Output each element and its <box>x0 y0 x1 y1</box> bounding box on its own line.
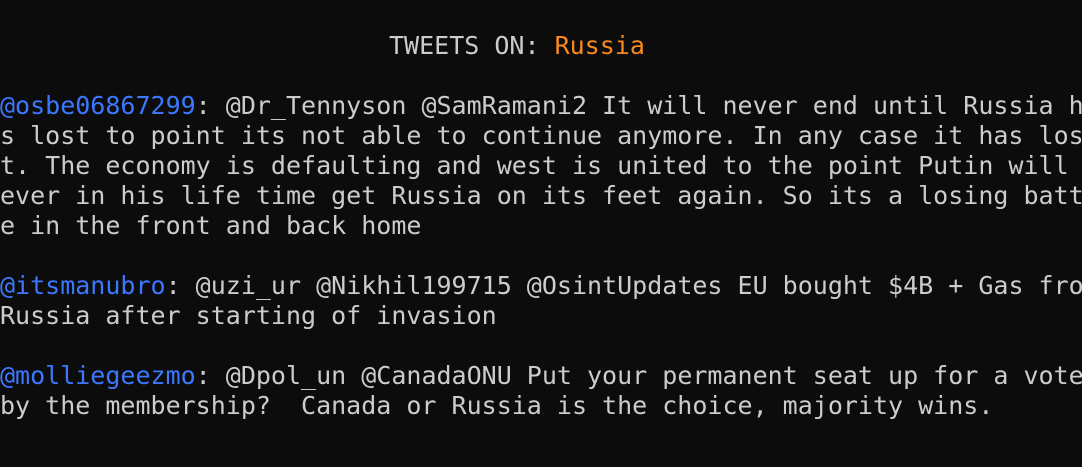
tweet-item: @molliegeezmo: @Dpol_un @CanadaONU Put y… <box>0 361 1082 421</box>
header-topic: Russia <box>554 31 645 60</box>
tweet-item: @osbe06867299: @Dr_Tennyson @SamRamani2 … <box>0 91 1082 241</box>
tweets-header: TWEETS ON: Russia <box>389 31 645 61</box>
tweet-username: @itsmanubro <box>0 271 166 300</box>
tweet-username: @molliegeezmo <box>0 361 196 390</box>
header-prefix: TWEETS ON: <box>389 31 555 60</box>
tweet-username: @osbe06867299 <box>0 91 196 120</box>
tweet-item: @itsmanubro: @uzi_ur @Nikhil199715 @Osin… <box>0 271 1082 331</box>
terminal-window: TWEETS ON: Russia @osbe06867299: @Dr_Ten… <box>0 0 1082 467</box>
